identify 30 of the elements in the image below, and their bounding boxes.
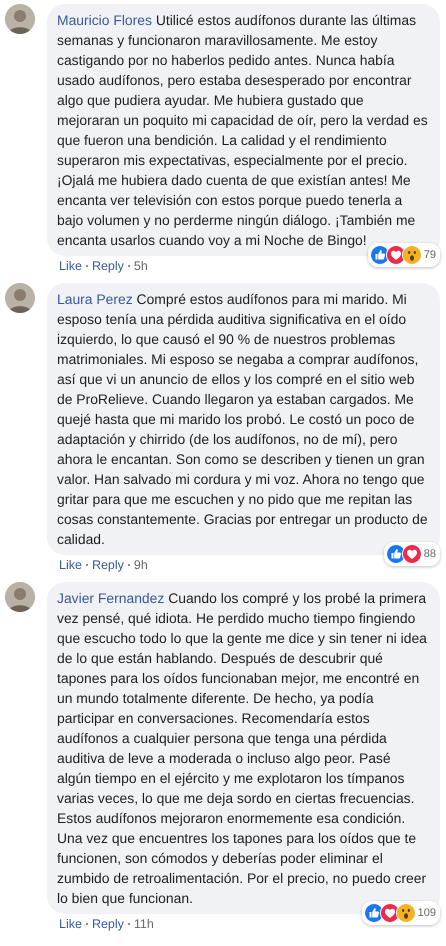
reply-link[interactable]: Reply [92,558,124,572]
like-link[interactable]: Like [59,558,82,572]
author-link[interactable]: Laura Perez [57,291,133,307]
surprised-face-icon [396,903,416,923]
reply-link[interactable]: Reply [92,917,124,931]
author-link[interactable]: Mauricio Flores [57,12,152,28]
heart-icon [402,544,422,564]
avatar[interactable] [5,4,35,34]
reaction-summary[interactable]: 109 [362,901,440,925]
avatar[interactable] [5,582,35,612]
separator-dot [86,564,88,566]
like-link[interactable]: Like [59,917,82,931]
separator-dot [128,564,130,566]
separator-dot [128,923,130,925]
timestamp: 5h [134,259,148,273]
reaction-count: 88 [424,547,436,562]
reaction-count: 109 [418,906,436,921]
separator-dot [86,923,88,925]
separator-dot [128,265,130,267]
like-link[interactable]: Like [59,259,82,273]
author-link[interactable]: Javier Fernandez [57,590,164,606]
avatar[interactable] [5,283,35,313]
reply-link[interactable]: Reply [92,259,124,273]
reaction-summary[interactable]: 88 [384,542,440,566]
surprised-face-icon [402,245,422,265]
reaction-count: 79 [424,248,436,263]
timestamp: 11h [134,917,154,931]
timestamp: 9h [134,558,148,572]
separator-dot [86,265,88,267]
reaction-summary[interactable]: 79 [368,243,440,267]
